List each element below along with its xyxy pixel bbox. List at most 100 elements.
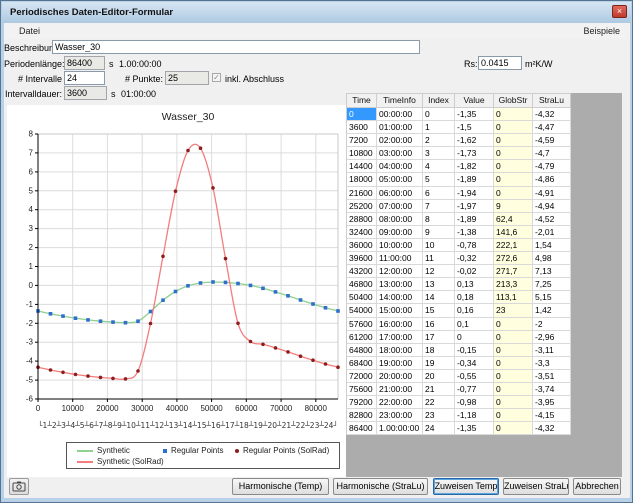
table-cell[interactable]: 0 (494, 160, 533, 173)
table-cell[interactable]: 141,6 (494, 226, 533, 239)
table-cell[interactable]: 0 (494, 173, 533, 186)
table-cell[interactable]: 4 (423, 160, 455, 173)
table-cell[interactable]: 72000 (347, 370, 377, 383)
table-cell[interactable]: 1.00:00:00 (377, 422, 423, 435)
table-cell[interactable]: 03:00:00 (377, 147, 423, 160)
table-cell[interactable]: 43200 (347, 265, 377, 278)
table-cell[interactable]: 50400 (347, 291, 377, 304)
close-icon[interactable]: × (612, 5, 627, 18)
table-cell[interactable]: 75600 (347, 383, 377, 396)
column-header[interactable]: Value (455, 94, 494, 108)
table-cell[interactable]: 00:00:00 (377, 108, 423, 121)
table-cell[interactable]: 7 (423, 200, 455, 213)
table-cell[interactable]: 5 (423, 173, 455, 186)
table-cell[interactable]: 23 (494, 304, 533, 317)
table-cell[interactable]: 46800 (347, 278, 377, 291)
table-cell[interactable]: -3,11 (533, 344, 571, 357)
table-cell[interactable]: 0 (494, 121, 533, 134)
table-cell[interactable]: 0 (494, 331, 533, 344)
table-cell[interactable]: 16:00:00 (377, 318, 423, 331)
table-cell[interactable]: -1,97 (455, 200, 494, 213)
table-cell[interactable]: -1,35 (455, 108, 494, 121)
table-cell[interactable]: 271,7 (494, 265, 533, 278)
table-cell[interactable]: -4,91 (533, 187, 571, 200)
table-cell[interactable]: -1,73 (455, 147, 494, 160)
table-cell[interactable]: -1,89 (455, 173, 494, 186)
table-cell[interactable]: 0,1 (455, 318, 494, 331)
table-cell[interactable]: 213,3 (494, 278, 533, 291)
table-cell[interactable]: -1,35 (455, 422, 494, 435)
table-cell[interactable]: 20:00:00 (377, 370, 423, 383)
table-cell[interactable]: 0 (494, 318, 533, 331)
table-cell[interactable]: -4,52 (533, 213, 571, 226)
table-cell[interactable]: -4,47 (533, 121, 571, 134)
table-cell[interactable]: 13:00:00 (377, 278, 423, 291)
zuweisen-stralu-button[interactable]: Zuweisen StraLu (503, 478, 569, 495)
rs-input[interactable] (478, 56, 522, 70)
table-cell[interactable]: 05:00:00 (377, 173, 423, 186)
table-cell[interactable]: 68400 (347, 357, 377, 370)
table-cell[interactable]: 6 (423, 187, 455, 200)
table-cell[interactable]: -1,5 (455, 121, 494, 134)
table-cell[interactable]: -1,38 (455, 226, 494, 239)
table-cell[interactable]: 0 (494, 422, 533, 435)
table-cell[interactable]: -3,3 (533, 357, 571, 370)
table-cell[interactable]: 18 (423, 344, 455, 357)
column-header[interactable]: StraLu (533, 94, 571, 108)
table-cell[interactable]: 14 (423, 291, 455, 304)
table-cell[interactable]: 0 (494, 344, 533, 357)
table-cell[interactable]: -1,94 (455, 187, 494, 200)
data-grid[interactable]: TimeTimeInfoIndexValueGlobStrStraLu000:0… (346, 93, 571, 435)
table-cell[interactable]: 10800 (347, 147, 377, 160)
table-cell[interactable]: 11:00:00 (377, 252, 423, 265)
table-cell[interactable]: 21:00:00 (377, 383, 423, 396)
table-cell[interactable]: -1,62 (455, 134, 494, 147)
table-cell[interactable]: -4,94 (533, 200, 571, 213)
column-header[interactable]: Time (347, 94, 377, 108)
table-cell[interactable]: 3600 (347, 121, 377, 134)
table-cell[interactable]: -0,32 (455, 252, 494, 265)
table-cell[interactable]: 36000 (347, 239, 377, 252)
table-cell[interactable]: 17:00:00 (377, 331, 423, 344)
column-header[interactable]: TimeInfo (377, 94, 423, 108)
table-cell[interactable]: 39600 (347, 252, 377, 265)
table-cell[interactable]: -0,78 (455, 239, 494, 252)
harmonische-stralu-button[interactable]: Harmonische (StraLu) (333, 478, 428, 495)
column-header[interactable]: GlobStr (494, 94, 533, 108)
table-cell[interactable]: 113,1 (494, 291, 533, 304)
table-cell[interactable]: 0 (494, 409, 533, 422)
table-cell[interactable]: 15:00:00 (377, 304, 423, 317)
table-cell[interactable]: 12 (423, 265, 455, 278)
table-cell[interactable]: 06:00:00 (377, 187, 423, 200)
table-cell[interactable]: 25200 (347, 200, 377, 213)
table-cell[interactable]: -0,02 (455, 265, 494, 278)
table-cell[interactable]: 0 (455, 331, 494, 344)
table-cell[interactable]: 10:00:00 (377, 239, 423, 252)
table-cell[interactable]: -4,15 (533, 409, 571, 422)
table-cell[interactable]: -1,18 (455, 409, 494, 422)
table-cell[interactable]: 272,6 (494, 252, 533, 265)
table-cell[interactable]: 0,13 (455, 278, 494, 291)
table-cell[interactable]: 0 (494, 108, 533, 121)
table-cell[interactable]: 22:00:00 (377, 396, 423, 409)
table-cell[interactable]: 23:00:00 (377, 409, 423, 422)
table-cell[interactable]: -4,32 (533, 422, 571, 435)
table-cell[interactable]: 7200 (347, 134, 377, 147)
table-cell[interactable]: 0 (494, 396, 533, 409)
table-cell[interactable]: -2,96 (533, 331, 571, 344)
column-header[interactable]: Index (423, 94, 455, 108)
table-cell[interactable]: 02:00:00 (377, 134, 423, 147)
table-cell[interactable]: 0 (347, 108, 377, 121)
table-cell[interactable]: 10 (423, 239, 455, 252)
table-cell[interactable]: 5,15 (533, 291, 571, 304)
table-cell[interactable]: 0,16 (455, 304, 494, 317)
table-cell[interactable]: 21600 (347, 187, 377, 200)
table-cell[interactable]: -1,89 (455, 213, 494, 226)
table-cell[interactable]: 61200 (347, 331, 377, 344)
table-cell[interactable]: -4,7 (533, 147, 571, 160)
menu-datei[interactable]: Datei (19, 26, 40, 36)
table-cell[interactable]: -2,01 (533, 226, 571, 239)
table-cell[interactable]: -0,77 (455, 383, 494, 396)
table-cell[interactable]: 16 (423, 318, 455, 331)
table-cell[interactable]: 57600 (347, 318, 377, 331)
